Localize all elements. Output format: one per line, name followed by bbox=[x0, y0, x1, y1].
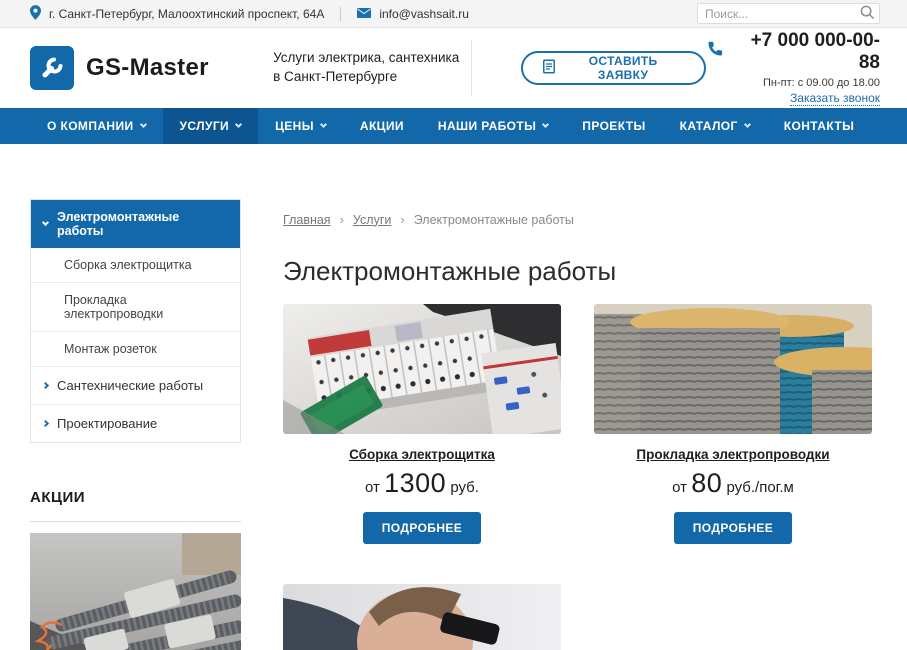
card-image-electrician[interactable] bbox=[283, 584, 561, 650]
address-text: г. Санкт-Петербург, Малоохтинский проспе… bbox=[49, 7, 324, 21]
breadcrumb-current: Электромонтажные работы bbox=[414, 213, 574, 227]
logo[interactable]: GS-Master bbox=[30, 46, 273, 90]
nav-item-prices[interactable]: ЦЕНЫ bbox=[258, 108, 343, 144]
main-nav: О КОМПАНИИ УСЛУГИ ЦЕНЫ АКЦИИ НАШИ РАБОТЫ… bbox=[0, 108, 907, 144]
card-image-wiring[interactable] bbox=[594, 304, 872, 434]
sidebar-subitem-wiring[interactable]: Прокладка электропроводки bbox=[31, 283, 240, 332]
details-button[interactable]: ПОДРОБНЕЕ bbox=[674, 512, 792, 544]
breadcrumb-separator: › bbox=[400, 212, 404, 227]
header-divider bbox=[471, 40, 472, 96]
topbar: г. Санкт-Петербург, Малоохтинский проспе… bbox=[0, 0, 907, 28]
card-image-panel-assembly[interactable] bbox=[283, 304, 561, 434]
sidebar-subitem-sockets[interactable]: Монтаж розеток bbox=[31, 332, 240, 367]
breadcrumb: Главная › Услуги › Электромонтажные рабо… bbox=[283, 199, 880, 227]
site-tagline: Услуги электрика, сантехника в Санкт-Пет… bbox=[273, 49, 471, 87]
search-icon[interactable] bbox=[860, 5, 875, 23]
nav-item-projects[interactable]: ПРОЕКТЫ bbox=[565, 108, 662, 144]
details-button[interactable]: ПОДРОБНЕЕ bbox=[363, 512, 481, 544]
main-area: Главная › Услуги › Электромонтажные рабо… bbox=[241, 199, 880, 650]
envelope-icon bbox=[357, 7, 371, 21]
service-card-wiring: Прокладка электропроводки от 80 руб./пог… bbox=[594, 304, 872, 544]
phone-number[interactable]: +7 000 000-00-88 bbox=[732, 30, 880, 74]
phone-icon bbox=[706, 40, 723, 63]
price-value: 80 bbox=[691, 468, 722, 498]
document-icon bbox=[543, 59, 555, 77]
content: Электромонтажные работы Сборка электрощи… bbox=[0, 199, 907, 650]
card-title-link[interactable]: Прокладка электропроводки bbox=[594, 447, 872, 462]
chevron-down-icon bbox=[744, 121, 751, 128]
email-link[interactable]: info@vashsait.ru bbox=[379, 7, 469, 21]
card-price: от 80 руб./пог.м bbox=[594, 468, 872, 499]
wrench-icon bbox=[30, 46, 74, 90]
chevron-right-icon bbox=[42, 382, 49, 389]
promo-divider bbox=[30, 521, 241, 522]
chevron-down-icon bbox=[235, 121, 242, 128]
promo-section: АКЦИИ bbox=[30, 489, 241, 650]
service-cards: Сборка электрощитка от 1300 руб. ПОДРОБН… bbox=[283, 304, 880, 650]
chevron-right-icon bbox=[42, 420, 49, 427]
search-box[interactable] bbox=[697, 3, 880, 24]
nav-item-services[interactable]: УСЛУГИ bbox=[163, 108, 259, 144]
chevron-down-icon bbox=[139, 121, 146, 128]
request-button[interactable]: ОСТАВИТЬ ЗАЯВКУ bbox=[521, 51, 706, 85]
header: GS-Master Услуги электрика, сантехника в… bbox=[0, 28, 907, 108]
chevron-down-icon bbox=[42, 219, 49, 226]
sidebar-item-plumbing[interactable]: Сантехнические работы bbox=[31, 367, 240, 405]
card-price: от 1300 руб. bbox=[283, 468, 561, 499]
chevron-down-icon bbox=[320, 121, 327, 128]
search-input[interactable] bbox=[705, 7, 860, 21]
breadcrumb-home[interactable]: Главная bbox=[283, 213, 331, 227]
promo-heading: АКЦИИ bbox=[30, 489, 241, 506]
sidebar-subitem-panel-assembly[interactable]: Сборка электрощитка bbox=[31, 248, 240, 283]
price-value: 1300 bbox=[384, 468, 446, 498]
callback-link[interactable]: Заказать звонок bbox=[790, 91, 880, 106]
work-hours: Пн-пт: с 09.00 до 18.00 bbox=[706, 77, 880, 89]
card-title-link[interactable]: Сборка электрощитка bbox=[283, 447, 561, 462]
phone-block: +7 000 000-00-88 Пн-пт: с 09.00 до 18.00… bbox=[706, 30, 880, 107]
pin-icon bbox=[30, 5, 41, 23]
page-title: Электромонтажные работы bbox=[283, 256, 880, 287]
nav-item-promos[interactable]: АКЦИИ bbox=[343, 108, 421, 144]
nav-item-catalog[interactable]: КАТАЛОГ bbox=[663, 108, 767, 144]
breadcrumb-services[interactable]: Услуги bbox=[353, 213, 391, 227]
nav-item-contacts[interactable]: КОНТАКТЫ bbox=[767, 108, 871, 144]
sidebar-item-design[interactable]: Проектирование bbox=[31, 405, 240, 442]
topbar-contacts: г. Санкт-Петербург, Малоохтинский проспе… bbox=[30, 5, 469, 23]
logo-text: GS-Master bbox=[86, 54, 209, 82]
nav-item-works[interactable]: НАШИ РАБОТЫ bbox=[421, 108, 565, 144]
service-card-panel-assembly: Сборка электрощитка от 1300 руб. ПОДРОБН… bbox=[283, 304, 561, 544]
chevron-down-icon bbox=[542, 121, 549, 128]
breadcrumb-separator: › bbox=[340, 212, 344, 227]
sidebar: Электромонтажные работы Сборка электрощи… bbox=[30, 199, 241, 650]
sidebar-item-electrical[interactable]: Электромонтажные работы bbox=[31, 200, 240, 248]
service-card-partial bbox=[283, 584, 561, 650]
promo-image[interactable] bbox=[30, 533, 241, 650]
topbar-divider bbox=[340, 7, 341, 21]
nav-item-about[interactable]: О КОМПАНИИ bbox=[30, 108, 163, 144]
sidebar-menu: Электромонтажные работы Сборка электрощи… bbox=[30, 199, 241, 443]
